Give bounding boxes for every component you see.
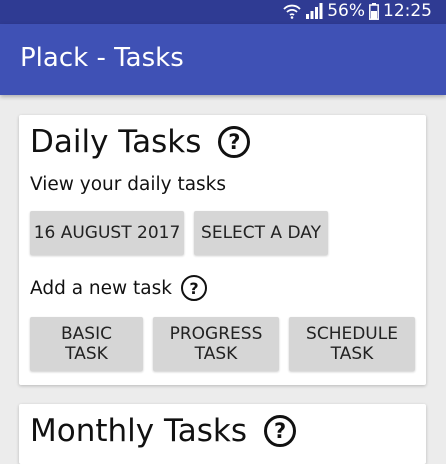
button-label: TASK bbox=[65, 344, 108, 364]
add-task-heading: Add a new task ? bbox=[30, 275, 207, 301]
daily-tasks-heading: Daily Tasks ? bbox=[30, 124, 251, 160]
button-label: TASK bbox=[194, 344, 238, 364]
schedule-task-button[interactable]: SCHEDULE TASK bbox=[289, 317, 415, 371]
date-button[interactable]: 16 AUGUST 2017 bbox=[30, 211, 184, 255]
basic-task-button[interactable]: BASIC TASK bbox=[30, 317, 143, 371]
clock: 12:25 bbox=[383, 1, 432, 21]
app-title: Plack - Tasks bbox=[20, 43, 184, 73]
select-day-button[interactable]: SELECT A DAY bbox=[194, 211, 328, 255]
monthly-tasks-card: Monthly Tasks ? bbox=[19, 404, 426, 464]
monthly-tasks-title: Monthly Tasks bbox=[30, 413, 248, 449]
help-icon[interactable]: ? bbox=[218, 126, 251, 158]
daily-tasks-card: Daily Tasks ? View your daily tasks 16 A… bbox=[19, 115, 426, 385]
battery-icon bbox=[369, 2, 379, 20]
progress-task-button[interactable]: PROGRESS TASK bbox=[153, 317, 279, 371]
app-bar: Plack - Tasks bbox=[0, 24, 446, 95]
wifi-icon bbox=[283, 3, 301, 19]
signal-icon bbox=[305, 3, 323, 19]
status-bar: 56% 12:25 bbox=[0, 0, 446, 24]
view-daily-tasks-label: View your daily tasks bbox=[30, 174, 227, 195]
daily-tasks-title: Daily Tasks bbox=[30, 124, 202, 160]
monthly-tasks-heading: Monthly Tasks ? bbox=[30, 413, 297, 449]
button-label: BASIC bbox=[61, 324, 112, 344]
add-task-label: Add a new task bbox=[30, 277, 172, 299]
button-label: PROGRESS bbox=[169, 324, 263, 344]
help-icon[interactable]: ? bbox=[264, 415, 297, 447]
button-label: TASK bbox=[330, 344, 374, 364]
help-icon[interactable]: ? bbox=[180, 275, 207, 301]
button-label: SCHEDULE bbox=[306, 324, 398, 344]
battery-percent: 56% bbox=[327, 1, 365, 21]
